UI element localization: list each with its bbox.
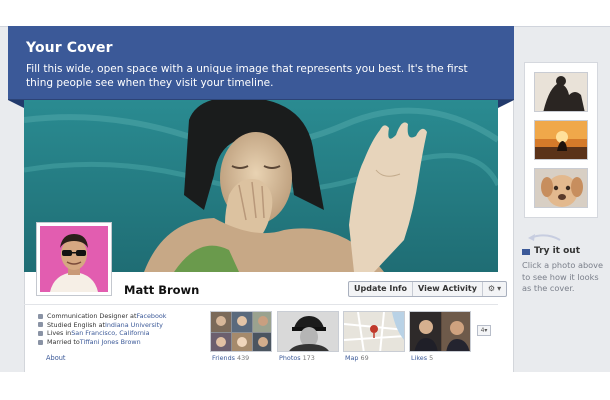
screenshot-stage: Your Cover Fill this wide, open space wi… — [0, 0, 610, 400]
banner-fold-right — [498, 100, 514, 108]
map-count: 69 — [360, 354, 369, 362]
map-label-text: Map — [345, 354, 359, 362]
about-link[interactable]: About — [46, 354, 66, 362]
work-icon — [38, 313, 43, 319]
about-item-text: Studied English at — [47, 320, 105, 329]
cover-option-image — [535, 73, 587, 111]
gear-icon: ⚙ — [487, 284, 496, 293]
likes-tile[interactable] — [409, 311, 471, 352]
profile-name[interactable]: Matt Brown — [124, 283, 199, 297]
about-item-link[interactable]: Indiana University — [105, 321, 163, 330]
profile-divider — [24, 304, 498, 305]
try-it-out-title: Try it out — [534, 246, 581, 256]
banner-fold-left — [8, 100, 24, 108]
update-info-button[interactable]: Update Info — [349, 282, 414, 296]
settings-dropdown-button[interactable]: ⚙ ▾ — [483, 282, 506, 296]
about-item-link[interactable]: Tiffani Jones Brown — [80, 338, 141, 347]
about-item-link[interactable]: San Francisco, California — [71, 329, 149, 338]
view-activity-button[interactable]: View Activity — [413, 282, 483, 296]
photos-tile[interactable] — [277, 311, 339, 352]
photos-label[interactable]: Photos 173 — [279, 354, 315, 362]
about-item-relationship: Married to Tiffani Jones Brown — [38, 338, 208, 347]
cover-tip-title: Your Cover — [26, 40, 113, 56]
cover-option-3[interactable] — [534, 168, 588, 208]
map-thumbnail — [344, 312, 404, 351]
friends-label-text: Friends — [212, 354, 235, 362]
home-icon — [38, 330, 43, 336]
friends-thumbnails — [211, 312, 271, 351]
photos-thumbnail — [278, 312, 338, 351]
cover-photo-picker — [524, 62, 598, 218]
map-label[interactable]: Map 69 — [345, 354, 369, 362]
about-summary: Communication Designer at Facebook Studi… — [38, 312, 208, 346]
chevron-down-icon: ▾ — [497, 284, 502, 293]
cover-option-image — [535, 121, 587, 159]
cover-tip-banner: Your Cover Fill this wide, open space wi… — [8, 26, 514, 100]
profile-picture-image — [40, 226, 108, 292]
about-item-education: Studied English at Indiana University — [38, 321, 208, 330]
cover-option-2[interactable] — [534, 120, 588, 160]
profile-picture[interactable] — [36, 222, 112, 296]
about-item-text: Married to — [47, 337, 80, 346]
photo-icon — [522, 249, 530, 255]
try-it-out-text: Click a photo above to see how it looks … — [522, 260, 604, 293]
cover-option-image — [535, 169, 587, 207]
about-item-work: Communication Designer at Facebook — [38, 312, 208, 321]
profile-action-buttons: Update Info View Activity ⚙ ▾ — [348, 281, 508, 297]
likes-label-text: Likes — [411, 354, 428, 362]
likes-label[interactable]: Likes 5 — [411, 354, 433, 362]
photos-count: 173 — [302, 354, 315, 362]
friends-tile[interactable] — [210, 311, 272, 352]
chevron-down-icon: ▾ — [484, 327, 488, 334]
cover-tip-text: Fill this wide, open space with a unique… — [26, 63, 468, 89]
more-tiles-button[interactable]: 4▾ — [477, 325, 491, 336]
map-tile[interactable] — [343, 311, 405, 352]
likes-count: 5 — [429, 354, 434, 362]
arrow-hint-icon — [528, 234, 561, 241]
cover-option-1[interactable] — [534, 72, 588, 112]
about-item-text: Communication Designer at — [47, 312, 137, 320]
about-item-link[interactable]: Facebook — [136, 312, 166, 321]
friends-count: 439 — [237, 354, 250, 362]
education-icon — [38, 322, 43, 328]
about-item-home: Lives in San Francisco, California — [38, 329, 208, 338]
friends-label[interactable]: Friends 439 — [212, 354, 249, 362]
heart-icon — [38, 339, 43, 345]
about-item-text: Lives in — [47, 329, 72, 338]
likes-thumbnail — [410, 312, 470, 351]
photos-label-text: Photos — [279, 354, 301, 362]
